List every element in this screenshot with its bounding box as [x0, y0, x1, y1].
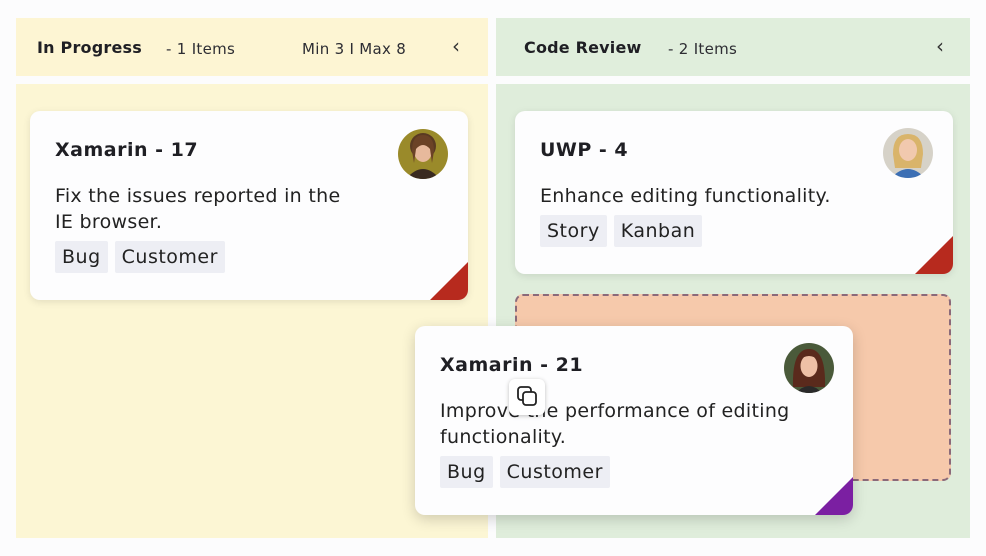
tag: Kanban: [613, 215, 703, 247]
tag: Customer: [499, 456, 610, 488]
column-item-count: - 2 Items: [668, 40, 738, 58]
collapse-chevron-icon[interactable]: ‹: [452, 34, 460, 58]
card-description-line: Improve the performance of editing: [440, 400, 790, 422]
card-description-line: IE browser.: [55, 211, 163, 233]
copy-icon: [509, 379, 545, 415]
card-description: Enhance editing functionality.: [540, 183, 831, 209]
column-wip-limit: Min 3 I Max 8: [302, 40, 407, 58]
tag: Story: [540, 215, 607, 247]
card-description-line: Enhance editing functionality.: [540, 185, 831, 207]
column-title: In Progress: [37, 38, 142, 57]
tag: Bug: [440, 456, 493, 488]
card-tags: Bug Customer: [55, 241, 225, 273]
card-description: Improve the performance of editing funct…: [440, 398, 790, 450]
priority-indicator: [915, 236, 953, 274]
card-description-line: functionality.: [440, 426, 567, 448]
card-tags: Story Kanban: [540, 215, 703, 247]
kanban-card-dragging[interactable]: Xamarin - 21 Improve the performance of …: [415, 326, 853, 515]
avatar: [883, 128, 933, 178]
column-header-code-review: Code Review - 2 Items ‹: [496, 18, 970, 76]
card-title: Xamarin - 21: [440, 354, 584, 376]
kanban-card[interactable]: Xamarin - 17 Fix the issues reported in …: [30, 111, 468, 300]
collapse-chevron-icon[interactable]: ‹: [936, 34, 944, 58]
card-description: Fix the issues reported in the IE browse…: [55, 183, 340, 235]
kanban-card[interactable]: UWP - 4 Enhance editing functionality. S…: [515, 111, 953, 274]
tag: Bug: [55, 241, 108, 273]
tag: Customer: [114, 241, 225, 273]
column-header-in-progress: In Progress - 1 Items Min 3 I Max 8 ‹: [16, 18, 488, 76]
avatar: [398, 129, 448, 179]
card-title: UWP - 4: [540, 139, 629, 161]
priority-indicator: [815, 477, 853, 515]
card-title: Xamarin - 17: [55, 139, 199, 161]
avatar: [784, 343, 834, 393]
card-description-line: Fix the issues reported in the: [55, 185, 341, 207]
priority-indicator: [430, 262, 468, 300]
column-title: Code Review: [524, 38, 642, 57]
card-tags: Bug Customer: [440, 456, 610, 488]
column-item-count: - 1 Items: [166, 40, 236, 58]
